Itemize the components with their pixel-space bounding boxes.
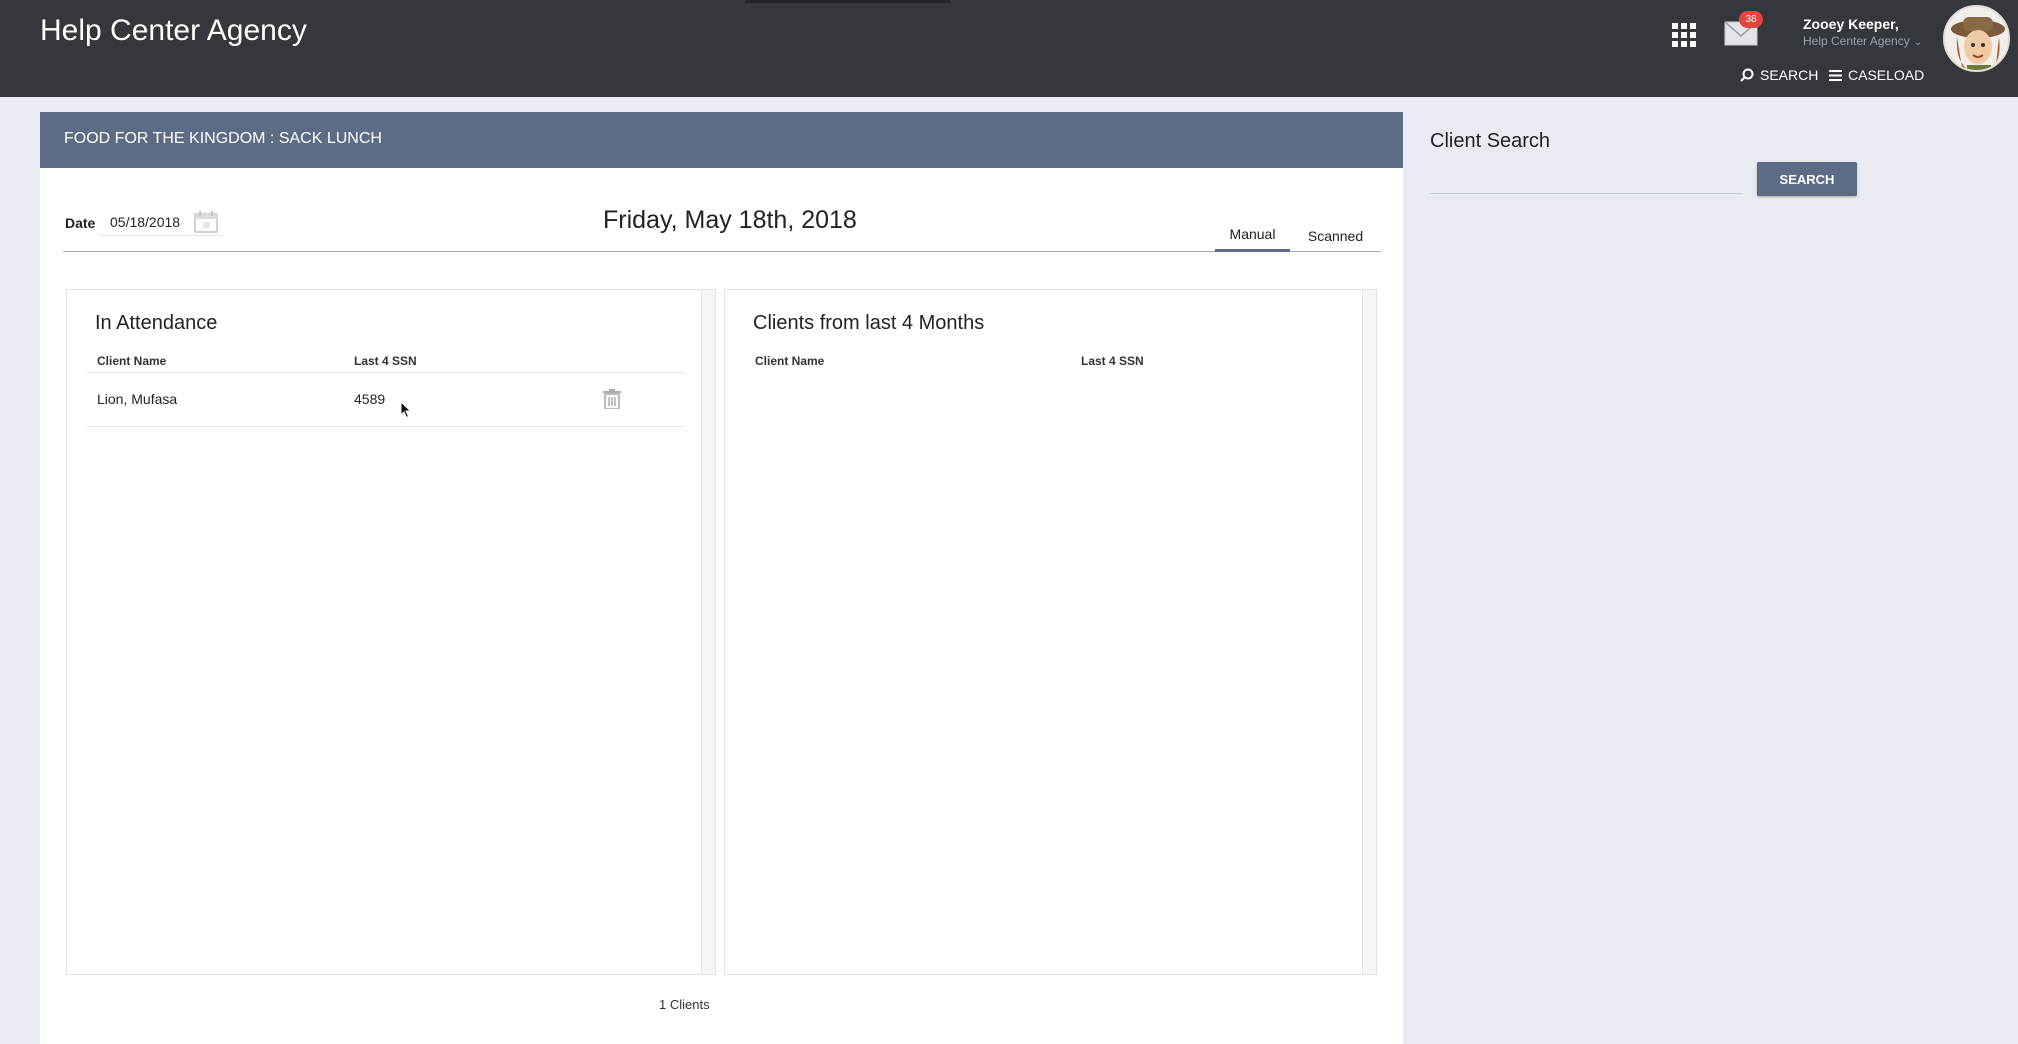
chevron-down-icon: ⌄ — [1913, 37, 1923, 48]
client-name-cell: Lion, Mufasa — [97, 391, 178, 407]
client-search-button[interactable]: SEARCH — [1757, 162, 1857, 196]
tab-manual[interactable]: Manual — [1215, 226, 1290, 252]
column-header-client-name: Client Name — [97, 354, 167, 368]
date-label: Date — [65, 215, 96, 231]
nav-caseload-label: CASELOAD — [1848, 67, 1925, 83]
panel-scrollbar[interactable] — [1362, 290, 1376, 974]
avatar[interactable] — [1943, 5, 2010, 72]
nav-caseload-link[interactable]: CASELOAD — [1829, 67, 1924, 83]
top-bar-shade — [745, 0, 950, 3]
in-attendance-title: In Attendance — [95, 312, 218, 334]
ssn-cell: 4589 — [354, 391, 386, 407]
menu-icon — [1829, 69, 1842, 81]
calendar-icon[interactable] — [193, 210, 219, 234]
date-heading: Friday, May 18th, 2018 — [603, 206, 857, 234]
column-header-last-4-ssn: Last 4 SSN — [354, 354, 417, 368]
column-header-last-4-ssn: Last 4 SSN — [1081, 354, 1144, 368]
client-search-title: Client Search — [1430, 130, 1551, 152]
search-icon — [1740, 68, 1754, 82]
user-name: Zooey Keeper, — [1803, 16, 1899, 32]
client-count: 1 Clients — [659, 997, 710, 1012]
recent-clients-panel: Clients from last 4 Months Client Name L… — [724, 289, 1377, 975]
tabs-underline — [63, 251, 1381, 252]
client-search-input[interactable] — [1430, 164, 1743, 194]
user-agency-label: Help Center Agency — [1803, 34, 1910, 48]
mouse-cursor-icon — [400, 400, 412, 419]
attendance-card: FOOD FOR THE KINGDOM : SACK LUNCH Date F… — [40, 112, 1403, 1044]
panel-scrollbar[interactable] — [701, 290, 715, 974]
brand-title: Help Center Agency — [40, 14, 307, 47]
recent-clients-title: Clients from last 4 Months — [753, 312, 985, 334]
apps-grid-icon[interactable] — [1672, 23, 1696, 47]
program-bar: FOOD FOR THE KINGDOM : SACK LUNCH — [40, 112, 1403, 168]
user-agency-dropdown[interactable]: Help Center Agency ⌄ — [1803, 34, 1922, 48]
trash-icon[interactable] — [603, 389, 621, 410]
tab-scanned[interactable]: Scanned — [1298, 228, 1373, 244]
program-title: FOOD FOR THE KINGDOM : SACK LUNCH — [64, 130, 382, 147]
top-bar: Help Center Agency 38 Zooey Keeper, Help… — [0, 0, 2018, 97]
nav-search-link[interactable]: SEARCH — [1740, 67, 1818, 83]
trash-icon-graphic — [603, 389, 621, 410]
calendar-icon-graphic — [194, 211, 218, 233]
column-header-client-name: Client Name — [755, 354, 825, 368]
table-row[interactable]: Lion, Mufasa 4589 — [87, 373, 684, 427]
nav-search-label: SEARCH — [1760, 67, 1819, 83]
mouse-cursor-graphic — [400, 400, 412, 419]
mail-count-badge: 38 — [1739, 11, 1763, 28]
avatar-image — [1945, 7, 2008, 70]
in-attendance-panel: In Attendance Client Name Last 4 SSN Lio… — [66, 289, 716, 975]
